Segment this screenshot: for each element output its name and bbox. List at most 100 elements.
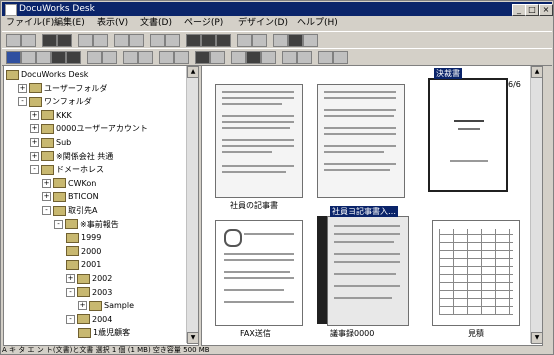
collapse-icon[interactable]: - [66,287,75,297]
maximize-button[interactable]: □ [525,4,539,16]
collapse-icon[interactable]: - [30,165,39,175]
split-icon[interactable] [159,51,174,64]
content-scroll-down-icon[interactable]: ▼ [531,332,542,344]
tree-sub[interactable]: + Sub [30,136,71,149]
sort-icon[interactable] [174,51,189,64]
stamp-icon[interactable] [237,34,252,47]
doc-thumbnail-summary[interactable] [327,216,409,326]
properties-icon[interactable] [318,51,333,64]
expand-icon[interactable]: + [66,274,75,283]
tree-report[interactable]: - ※事前報告 [54,218,119,231]
new-folder-icon[interactable] [6,34,21,47]
page-icon[interactable] [216,34,231,47]
tree-domain[interactable]: - ドメーホレス [30,163,104,176]
zoom-out-icon[interactable] [87,51,102,64]
eraser-icon[interactable] [282,51,297,64]
tree-kkk[interactable]: + KKK [30,109,72,122]
tree-scroll-up-icon[interactable]: ▲ [187,66,198,78]
copy-icon[interactable] [93,34,108,47]
tree-scroll-down-icon[interactable]: ▼ [187,332,198,344]
thumbnail-view-icon[interactable] [66,51,81,64]
arrow-icon[interactable] [297,51,312,64]
search-icon[interactable] [210,51,225,64]
collapse-icon[interactable]: - [66,314,75,324]
link-icon[interactable] [252,34,267,47]
rect-icon[interactable] [186,34,201,47]
folder-tree[interactable]: ▲ ▼ DocuWorks Desk + ユーザーフォルダ - ワンフォルダ + KKK +0… [3,65,199,346]
content-scroll-up-icon[interactable]: ▲ [531,66,542,78]
collapse-icon[interactable]: - [54,219,63,229]
tree-user-folder[interactable]: + ユーザーフォルダ [18,82,107,95]
refresh-icon[interactable] [36,51,51,64]
tree-scrollbar[interactable]: ▲ ▼ [186,66,198,344]
highlight-icon[interactable] [246,51,261,64]
expand-icon[interactable]: + [30,124,39,134]
tree-customer[interactable]: 1歳児顧客 [78,326,130,339]
binder-icon[interactable] [195,51,210,64]
cut-icon[interactable] [78,34,93,47]
collapse-icon[interactable]: - [42,206,51,215]
desk-icon[interactable] [6,51,21,64]
pen-icon[interactable] [150,34,165,47]
undo-icon[interactable] [129,34,144,47]
expand-icon[interactable]: + [42,192,51,202]
expand-icon[interactable]: + [30,138,39,147]
doc-thumbnail-cover[interactable] [428,78,508,192]
tree-1999[interactable]: 1999 [66,231,101,244]
doc-thumbnail-memo[interactable] [215,220,303,326]
list-view-icon[interactable] [51,51,66,64]
expand-icon[interactable]: + [30,110,39,120]
print-icon[interactable] [273,34,288,47]
tree-user-account[interactable]: +0000ユーザーアカウント [30,122,148,135]
doc-thumbnail-binder[interactable] [317,84,405,198]
scan-icon[interactable] [288,34,303,47]
doc-thumbnail-fax[interactable] [215,84,303,198]
menu-file[interactable]: ファイル(F) [6,17,54,30]
title-bar[interactable]: DocuWorks Desk _ □ × [2,2,553,16]
expand-icon[interactable]: + [42,178,51,188]
document-area[interactable]: ▲ ▼ 社員の記事書 決裁書 6/6 FAX送信 社員ヨ記事書入… 議事録000… [201,65,543,346]
expand-icon[interactable]: + [78,301,87,311]
tree-sample[interactable]: + Sample [78,299,134,312]
zoom-in-icon[interactable] [102,51,117,64]
tree-root[interactable]: DocuWorks Desk [6,68,88,81]
doc-caption-summary[interactable]: 議事録0000 [330,328,374,339]
menu-help[interactable]: ヘルプ(H) [297,17,338,30]
tree-2004[interactable]: - 2004 [66,313,112,326]
tree-2001[interactable]: 2001 [66,258,101,271]
up-folder-icon[interactable] [21,51,36,64]
menu-document[interactable]: 文書(D) [140,17,172,30]
merge-icon[interactable] [138,51,153,64]
doc-caption-fax[interactable]: 社員の記事書 [230,200,278,211]
content-scrollbar[interactable]: ▲ ▼ [530,66,542,344]
tree-2002[interactable]: +2002 [66,272,112,285]
open-icon[interactable] [21,34,36,47]
menu-view[interactable]: 表示(V) [97,17,128,30]
menu-edit[interactable]: 編集(E) [54,17,85,30]
frame-icon[interactable] [201,34,216,47]
paste-icon[interactable] [114,34,129,47]
text-icon[interactable] [261,51,276,64]
doc-icon[interactable] [42,34,57,47]
tree-2003[interactable]: - 2003 [66,286,112,299]
annotation-icon[interactable] [231,51,246,64]
doc-caption-table[interactable]: 見積 [468,328,484,339]
menu-design[interactable]: デザイン(D) [238,17,288,30]
tree-client-a[interactable]: - 取引先A [42,204,97,217]
mail-icon[interactable] [303,34,318,47]
close-button[interactable]: × [539,4,553,16]
tree-2000[interactable]: 2000 [66,245,101,258]
settings-icon[interactable] [333,51,348,64]
tree-one-folder[interactable]: - ワンフォルダ [18,95,92,108]
menu-page[interactable]: ページ(P) [184,17,223,30]
minimize-button[interactable]: _ [512,4,526,16]
tree-cwkon[interactable]: + CWKon [42,177,96,190]
tree-affiliates[interactable]: + ※関係会社 共通 [30,150,113,163]
expand-icon[interactable]: + [18,83,27,93]
marker-icon[interactable] [165,34,180,47]
collapse-icon[interactable]: - [18,97,27,107]
play-icon[interactable] [57,34,72,47]
expand-icon[interactable]: + [30,151,39,161]
doc-thumbnail-table[interactable] [432,220,520,326]
doc-caption-memo[interactable]: FAX送信 [240,328,271,339]
